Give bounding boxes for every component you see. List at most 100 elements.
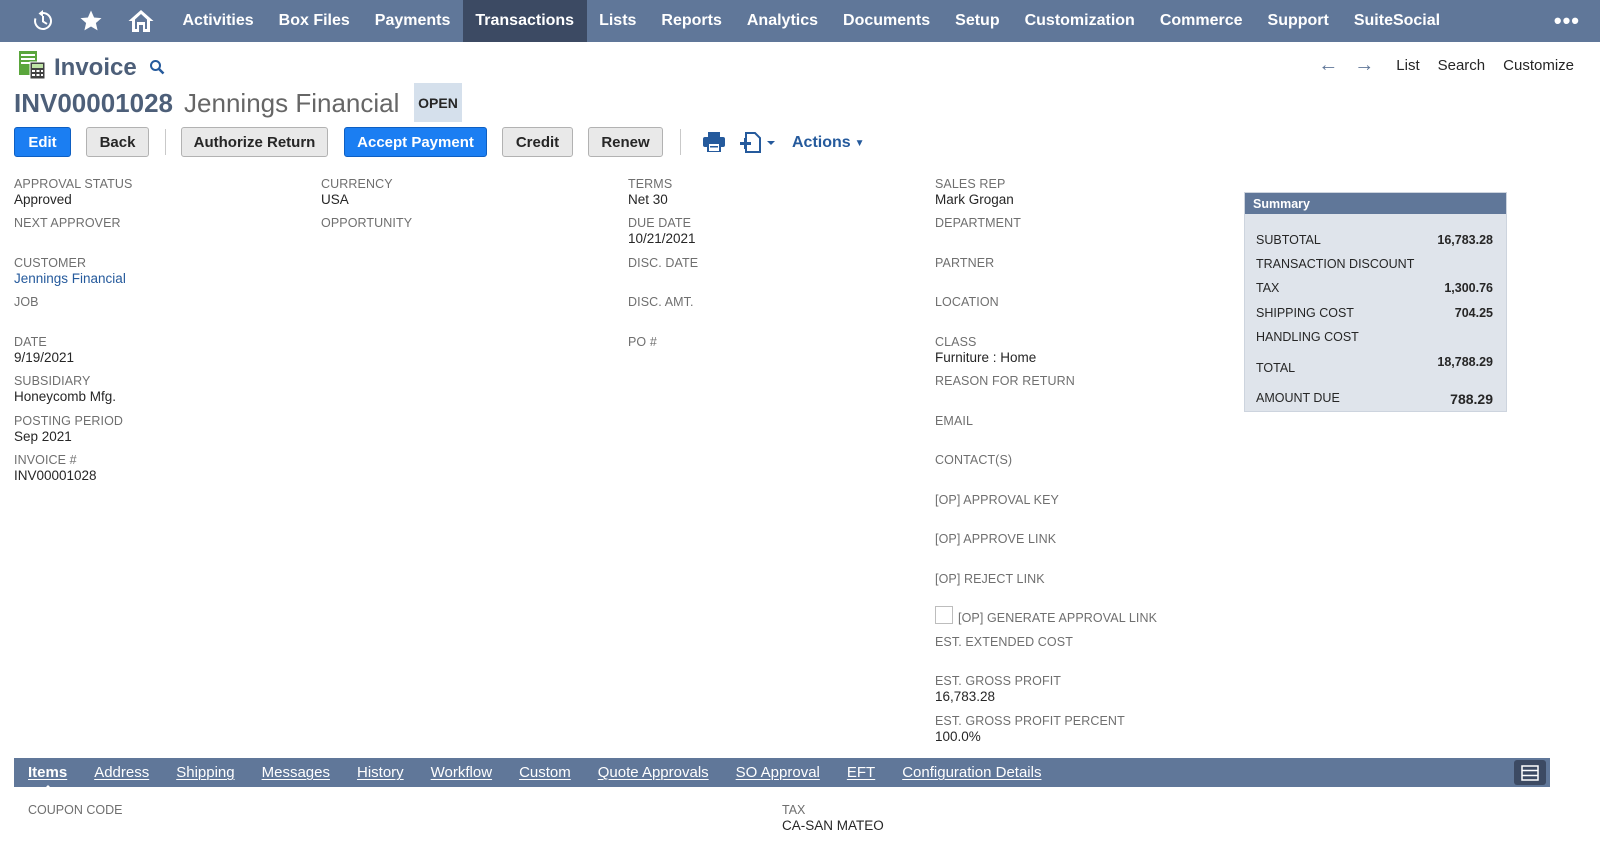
nav-transactions[interactable]: Transactions xyxy=(462,0,587,42)
field-date: DATE 9/19/2021 xyxy=(14,335,314,365)
new-document-icon[interactable] xyxy=(740,132,778,159)
tab-quote-approvals[interactable]: Quote Approvals xyxy=(598,764,709,781)
nav-activities[interactable]: Activities xyxy=(170,0,266,42)
summary-label: TOTAL xyxy=(1256,361,1296,375)
field-contacts: CONTACT(S) xyxy=(935,453,1235,467)
field-label: [OP] APPROVAL KEY xyxy=(935,493,1059,507)
tab-so-approval[interactable]: SO Approval xyxy=(736,764,820,781)
tab-layout-menu-icon[interactable] xyxy=(1514,760,1546,785)
field-value: Furniture : Home xyxy=(935,350,1037,365)
actions-label: Actions xyxy=(792,134,851,151)
previous-record-arrow-icon[interactable]: ← xyxy=(1318,55,1338,75)
field-label: COUPON CODE xyxy=(28,803,123,817)
nav-lists[interactable]: Lists xyxy=(587,0,649,42)
home-icon[interactable] xyxy=(116,0,166,42)
list-link[interactable]: List xyxy=(1396,57,1419,74)
field-disc-amt: DISC. AMT. xyxy=(628,295,928,309)
field-partner: PARTNER xyxy=(935,256,1235,270)
field-label: LOCATION xyxy=(935,295,999,309)
field-label: CONTACT(S) xyxy=(935,453,1013,467)
generate-approval-link-checkbox[interactable] xyxy=(935,606,953,624)
field-label: CLASS xyxy=(935,335,977,349)
field-label: POSTING PERIOD xyxy=(14,414,124,428)
field-label: DISC. DATE xyxy=(628,256,699,270)
field-op-generate-approval-link: [OP] GENERATE APPROVAL LINK xyxy=(958,611,1258,625)
nav-customization[interactable]: Customization xyxy=(1012,0,1147,42)
subtab-bar: Items Address Shipping Messages History … xyxy=(14,758,1550,791)
customer-link[interactable]: Jennings Financial xyxy=(14,271,314,286)
nav-analytics[interactable]: Analytics xyxy=(734,0,830,42)
summary-value: 788.29 xyxy=(1450,391,1493,407)
nav-reports[interactable]: Reports xyxy=(649,0,734,42)
tab-shipping[interactable]: Shipping xyxy=(176,764,234,781)
chevron-down-icon: ▼ xyxy=(854,137,865,149)
field-email: EMAIL xyxy=(935,414,1235,428)
summary-label: SUBTOTAL xyxy=(1256,233,1321,247)
actions-menu[interactable]: Actions ▼ xyxy=(792,134,865,152)
field-invoice-number: INVOICE # INV00001028 xyxy=(14,453,314,483)
field-label: EST. GROSS PROFIT PERCENT xyxy=(935,714,1125,728)
print-icon[interactable] xyxy=(703,132,725,157)
field-est-gross-profit: EST. GROSS PROFIT 16,783.28 xyxy=(935,674,1235,704)
field-sales-rep: SALES REP Mark Grogan xyxy=(935,177,1235,207)
tab-address[interactable]: Address xyxy=(94,764,149,781)
tab-eft[interactable]: EFT xyxy=(847,764,875,781)
next-record-arrow-icon[interactable]: → xyxy=(1354,55,1374,75)
tab-messages[interactable]: Messages xyxy=(262,764,330,781)
nav-box-files[interactable]: Box Files xyxy=(266,0,362,42)
field-next-approver: NEXT APPROVER xyxy=(14,216,314,230)
nav-setup[interactable]: Setup xyxy=(943,0,1012,42)
renew-button[interactable]: Renew xyxy=(588,127,663,157)
field-customer: CUSTOMER Jennings Financial xyxy=(14,256,314,286)
more-menu-icon[interactable]: ••• xyxy=(1554,0,1580,42)
tab-workflow[interactable]: Workflow xyxy=(431,764,492,781)
summary-row-transaction-discount: TRANSACTION DISCOUNT xyxy=(1256,257,1493,271)
field-label: [OP] APPROVE LINK xyxy=(935,532,1057,546)
field-approval-status: APPROVAL STATUS Approved xyxy=(14,177,314,207)
summary-row-shipping-cost: SHIPPING COST 704.25 xyxy=(1256,306,1493,320)
tab-history[interactable]: History xyxy=(357,764,404,781)
field-department: DEPARTMENT xyxy=(935,216,1235,230)
field-value: Mark Grogan xyxy=(935,192,1014,207)
nav-documents[interactable]: Documents xyxy=(831,0,943,42)
toolbar-divider xyxy=(680,129,681,155)
summary-row-total: TOTAL 18,788.29 xyxy=(1256,355,1493,375)
field-label: [OP] GENERATE APPROVAL LINK xyxy=(958,611,1158,625)
search-icon[interactable] xyxy=(149,59,165,80)
field-label: [OP] REJECT LINK xyxy=(935,572,1045,586)
credit-button[interactable]: Credit xyxy=(502,127,573,157)
field-label: EMAIL xyxy=(935,414,974,428)
authorize-return-button[interactable]: Authorize Return xyxy=(181,127,328,157)
summary-label: HANDLING COST xyxy=(1256,330,1359,344)
summary-label: TAX xyxy=(1256,281,1280,295)
field-terms: TERMS Net 30 xyxy=(628,177,928,207)
field-label: OPPORTUNITY xyxy=(321,216,413,230)
field-label: PO # xyxy=(628,335,657,349)
field-coupon-code: COUPON CODE xyxy=(28,803,122,817)
nav-payments[interactable]: Payments xyxy=(362,0,463,42)
field-op-reject-link: [OP] REJECT LINK xyxy=(935,572,1235,586)
page-title: Invoice xyxy=(54,53,137,81)
nav-support[interactable]: Support xyxy=(1255,0,1341,42)
field-label: SUBSIDIARY xyxy=(14,374,91,388)
summary-title: Summary xyxy=(1245,193,1506,214)
nav-commerce[interactable]: Commerce xyxy=(1147,0,1255,42)
star-icon[interactable] xyxy=(66,0,116,42)
tab-custom[interactable]: Custom xyxy=(519,764,571,781)
record-name: INV00001028 Jennings Financial xyxy=(14,88,399,119)
customize-link[interactable]: Customize xyxy=(1503,57,1574,74)
field-value: 9/19/2021 xyxy=(14,350,75,365)
edit-button[interactable]: Edit xyxy=(14,127,71,157)
tab-configuration-details[interactable]: Configuration Details xyxy=(902,764,1041,781)
field-value: Approved xyxy=(14,192,72,207)
field-op-approval-key: [OP] APPROVAL KEY xyxy=(935,493,1235,507)
back-button[interactable]: Back xyxy=(86,127,149,157)
search-link[interactable]: Search xyxy=(1438,57,1486,74)
nav-suitesocial[interactable]: SuiteSocial xyxy=(1341,0,1452,42)
tab-items[interactable]: Items xyxy=(28,764,67,791)
field-label: CUSTOMER xyxy=(14,256,87,270)
summary-row-amount-due: AMOUNT DUE 788.29 xyxy=(1256,391,1493,407)
recent-records-icon[interactable] xyxy=(20,0,66,42)
summary-value: 704.25 xyxy=(1454,306,1493,320)
accept-payment-button[interactable]: Accept Payment xyxy=(344,127,487,157)
